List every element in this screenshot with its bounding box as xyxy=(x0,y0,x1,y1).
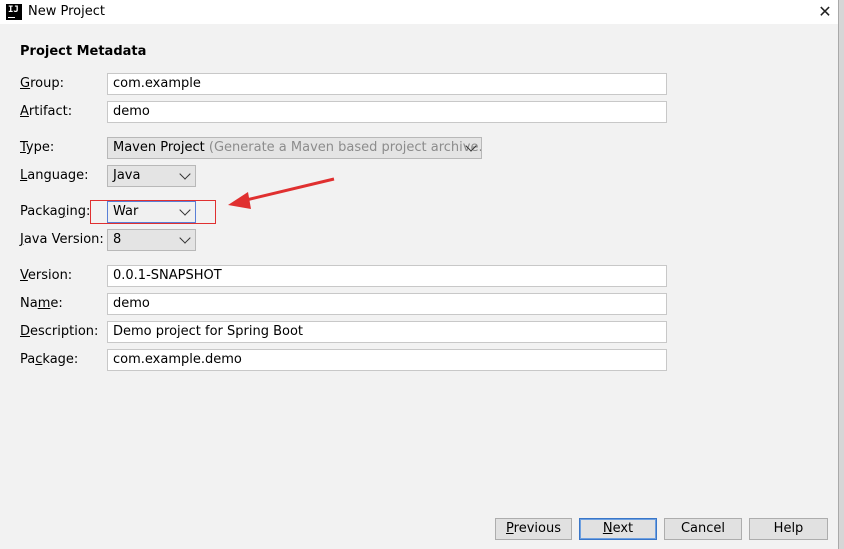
background-window-edge xyxy=(838,0,844,549)
version-label: Version: xyxy=(20,268,73,283)
chevron-down-icon xyxy=(179,232,191,244)
package-label: Package: xyxy=(20,352,79,367)
next-button[interactable]: Next xyxy=(579,518,657,540)
name-label: Name: xyxy=(20,296,63,311)
title-bar: IJ New Project ✕ xyxy=(0,0,838,24)
group-field[interactable]: com.example xyxy=(107,73,667,95)
type-select[interactable]: Maven Project (Generate a Maven based pr… xyxy=(107,137,482,159)
package-field[interactable]: com.example.demo xyxy=(107,349,667,371)
annotation-arrow-icon xyxy=(228,177,335,209)
java-version-select-value: 8 xyxy=(113,232,122,247)
close-icon[interactable]: ✕ xyxy=(812,0,838,24)
previous-button[interactable]: Previous xyxy=(495,518,572,540)
type-select-value: Maven Project xyxy=(113,140,205,155)
intellij-logo-icon: IJ xyxy=(6,4,22,20)
artifact-label: Artifact: xyxy=(20,104,73,119)
type-select-hint: (Generate a Maven based project archive.… xyxy=(208,140,482,155)
java-version-select[interactable]: 8 xyxy=(107,229,196,251)
name-field[interactable]: demo xyxy=(107,293,667,315)
description-label: Description: xyxy=(20,324,99,339)
section-heading: Project Metadata xyxy=(20,44,147,59)
java-version-label: Java Version: xyxy=(20,232,104,247)
window-title: New Project xyxy=(28,4,105,19)
cancel-button[interactable]: Cancel xyxy=(664,518,742,540)
chevron-down-icon xyxy=(179,168,191,180)
language-label: Language: xyxy=(20,168,89,183)
version-field[interactable]: 0.0.1-SNAPSHOT xyxy=(107,265,667,287)
language-select[interactable]: Java xyxy=(107,165,196,187)
type-label: Type: xyxy=(20,140,55,155)
artifact-field[interactable]: demo xyxy=(107,101,667,123)
annotation-highlight-box xyxy=(90,200,216,224)
language-select-value: Java xyxy=(113,168,141,183)
group-label: Group: xyxy=(20,76,64,91)
packaging-label: Packaging: xyxy=(20,204,91,219)
help-button[interactable]: Help xyxy=(749,518,828,540)
description-field[interactable]: Demo project for Spring Boot xyxy=(107,321,667,343)
